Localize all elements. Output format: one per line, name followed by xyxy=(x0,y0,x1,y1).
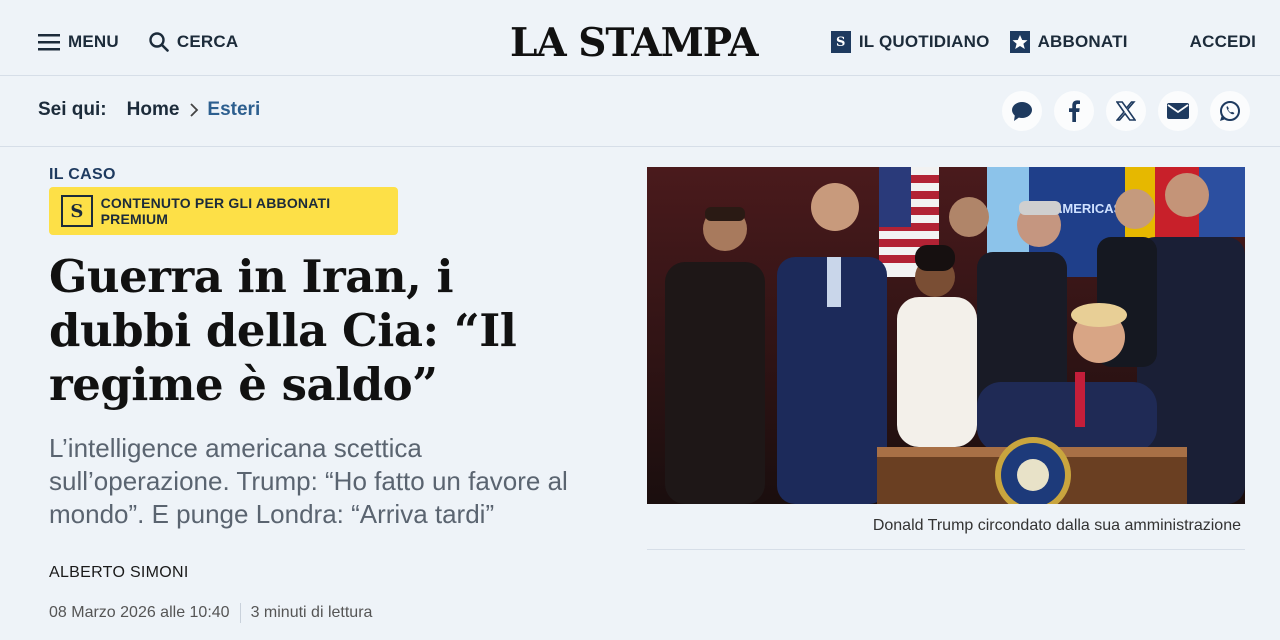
header-left-group: MENU CERCA xyxy=(38,8,238,76)
article-kicker[interactable]: IL CASO xyxy=(49,166,116,184)
abbonati-label: ABBONATI xyxy=(1037,32,1128,51)
meta-divider xyxy=(239,603,241,623)
article-photo[interactable]: AMERICAS xyxy=(647,167,1245,504)
menu-label: MENU xyxy=(68,32,119,51)
mail-icon xyxy=(1167,103,1189,119)
comment-button[interactable] xyxy=(1002,91,1042,131)
star-badge-icon xyxy=(1009,31,1030,53)
premium-s-icon: S xyxy=(61,195,93,227)
quotidiano-label: IL QUOTIDIANO xyxy=(858,32,990,51)
share-buttons xyxy=(1002,91,1250,131)
x-share-button[interactable] xyxy=(1106,91,1146,131)
photo-illustration: AMERICAS xyxy=(647,167,1245,504)
breadcrumb: Sei qui: Home Esteri xyxy=(38,99,260,121)
breadcrumb-current-link[interactable]: Esteri xyxy=(207,99,260,121)
hamburger-icon xyxy=(38,34,60,51)
article-meta: 08 Marzo 2026 alle 10:40 3 minuti di let… xyxy=(49,603,372,623)
comment-icon xyxy=(1012,102,1032,121)
article-summary: L’intelligence americana scettica sull’o… xyxy=(49,433,568,529)
site-header: MENU CERCA LA STAMPA S IL QUOTIDIANO ABB… xyxy=(0,8,1280,76)
caption-divider xyxy=(647,549,1245,550)
search-icon xyxy=(149,32,169,52)
login-button[interactable]: ACCEDI xyxy=(1190,32,1256,52)
read-time: 3 minuti di lettura xyxy=(250,604,373,621)
newspaper-s-icon: S xyxy=(830,31,851,53)
facebook-icon xyxy=(1069,100,1080,122)
article-headline: Guerra in Iran, i dubbi della Cia: “Il r… xyxy=(49,250,517,411)
breadcrumb-home-link[interactable]: Home xyxy=(127,99,180,121)
article-author[interactable]: ALBERTO SIMONI xyxy=(49,564,189,582)
whatsapp-share-button[interactable] xyxy=(1210,91,1250,131)
menu-button[interactable]: MENU xyxy=(38,32,119,52)
whatsapp-icon xyxy=(1220,101,1240,121)
email-share-button[interactable] xyxy=(1158,91,1198,131)
site-logo[interactable]: LA STAMPA xyxy=(510,20,758,66)
photo-caption: Donald Trump circondato dalla sua ammini… xyxy=(872,517,1241,534)
banner-text: AMERICAS xyxy=(1053,201,1123,216)
search-button[interactable]: CERCA xyxy=(149,32,238,52)
breadcrumb-label: Sei qui: xyxy=(38,99,107,120)
facebook-share-button[interactable] xyxy=(1054,91,1094,131)
abbonati-button[interactable]: ABBONATI xyxy=(1009,31,1128,53)
chevron-right-icon xyxy=(190,103,199,117)
breadcrumb-bar: Sei qui: Home Esteri xyxy=(0,77,1280,147)
x-icon xyxy=(1116,101,1136,121)
quotidiano-button[interactable]: S IL QUOTIDIANO xyxy=(830,31,990,53)
premium-badge: S CONTENUTO PER GLI ABBONATI PREMIUM xyxy=(49,187,398,235)
premium-label: CONTENUTO PER GLI ABBONATI PREMIUM xyxy=(100,195,331,227)
publish-date: 08 Marzo 2026 alle 10:40 xyxy=(49,604,230,621)
header-right-group: S IL QUOTIDIANO ABBONATI ACCEDI xyxy=(811,8,1256,76)
search-label: CERCA xyxy=(176,32,239,51)
